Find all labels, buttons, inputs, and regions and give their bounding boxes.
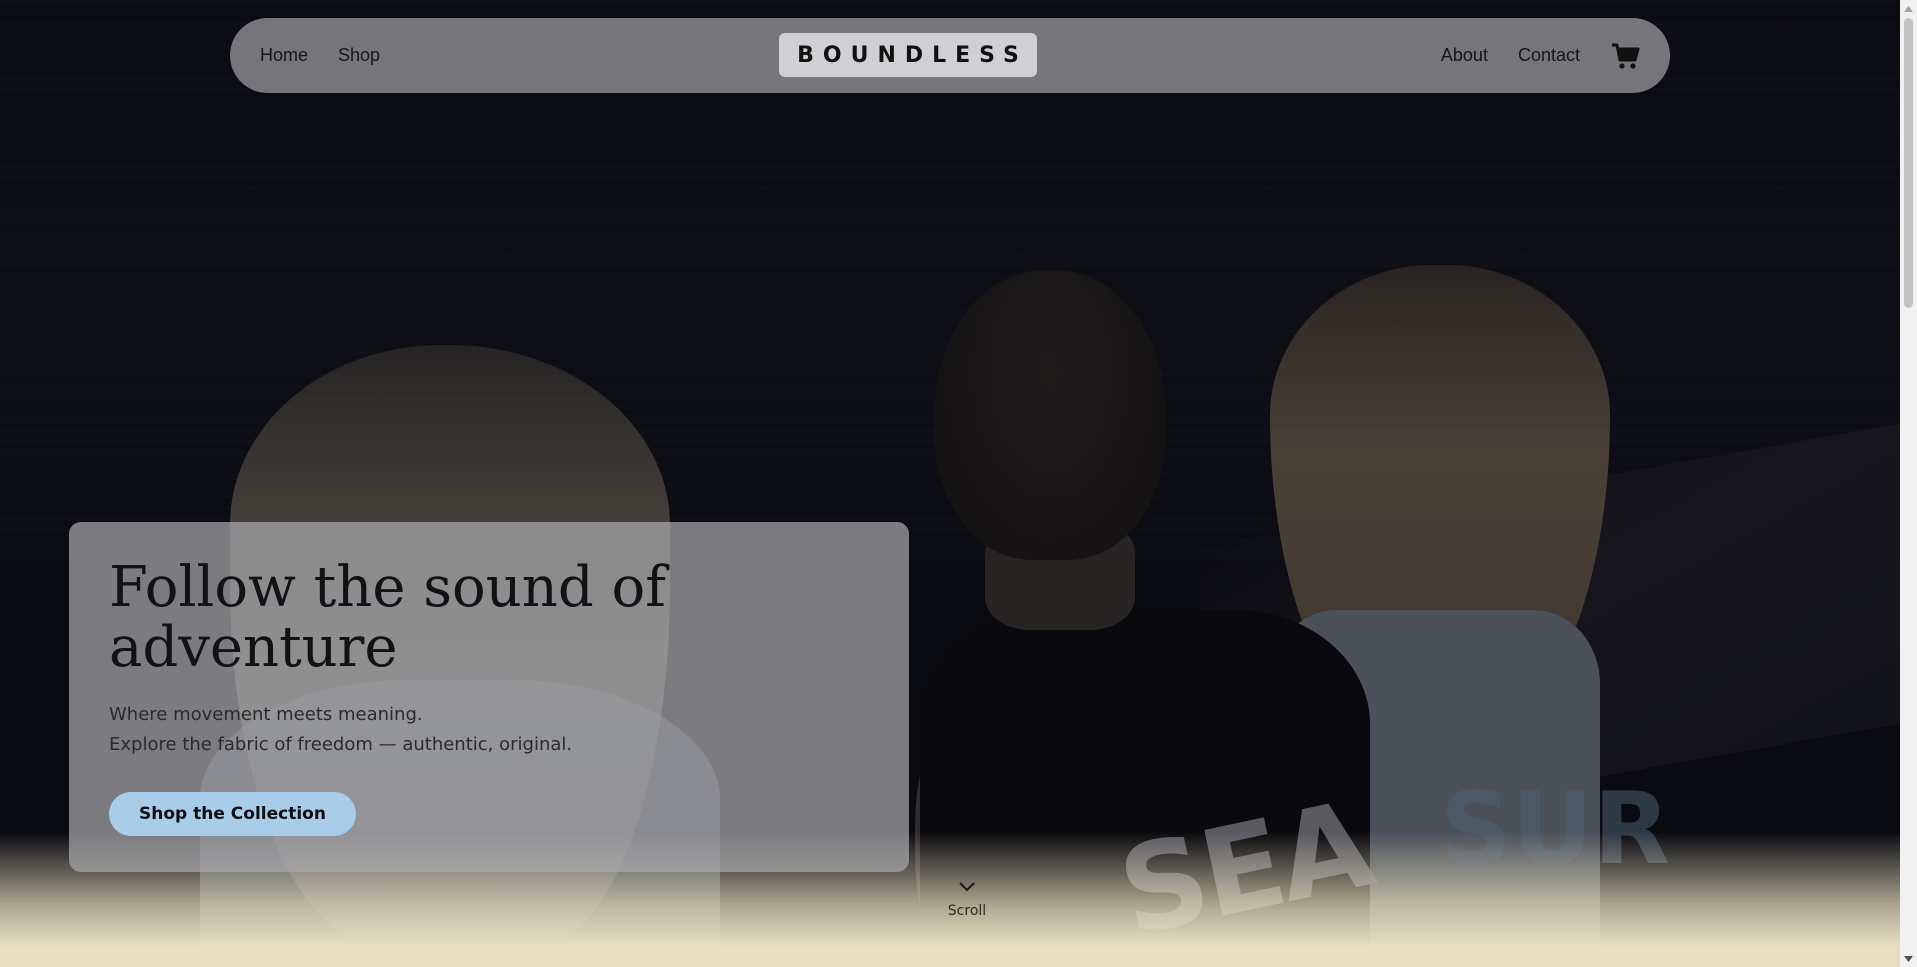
nav-link-home[interactable]: Home bbox=[260, 45, 308, 66]
scroll-indicator[interactable]: Scroll bbox=[937, 880, 997, 919]
brand-logo-text: BOUNDLESS bbox=[797, 42, 1028, 68]
scroll-up-arrow-icon[interactable] bbox=[1900, 0, 1917, 17]
scrollbar-thumb[interactable] bbox=[1904, 18, 1913, 308]
hero-title: Follow the sound of adventure bbox=[109, 555, 666, 680]
hero-card: Follow the sound of adventure Where move… bbox=[69, 522, 909, 872]
hero-subtitle-line-2: Explore the fabric of freedom — authenti… bbox=[109, 734, 573, 755]
hero-subtitle: Where movement meets meaning. Explore th… bbox=[109, 700, 869, 760]
nav-right-group: About Contact bbox=[1441, 40, 1642, 72]
shopping-cart-icon[interactable] bbox=[1610, 40, 1642, 72]
brand-logo[interactable]: BOUNDLESS bbox=[779, 33, 1037, 77]
navbar: Home Shop BOUNDLESS About Contact bbox=[230, 18, 1670, 93]
nav-link-contact[interactable]: Contact bbox=[1518, 45, 1580, 66]
chevron-down-icon bbox=[957, 880, 977, 899]
nav-link-about[interactable]: About bbox=[1441, 45, 1488, 66]
page-scrollbar[interactable] bbox=[1900, 0, 1917, 967]
scroll-label: Scroll bbox=[947, 903, 987, 919]
nav-link-shop[interactable]: Shop bbox=[338, 45, 380, 66]
shop-collection-button[interactable]: Shop the Collection bbox=[109, 792, 356, 836]
nav-left-group: Home Shop bbox=[260, 45, 380, 66]
hero-subtitle-line-1: Where movement meets meaning. bbox=[109, 704, 423, 725]
scroll-down-arrow-icon[interactable] bbox=[1900, 950, 1917, 967]
